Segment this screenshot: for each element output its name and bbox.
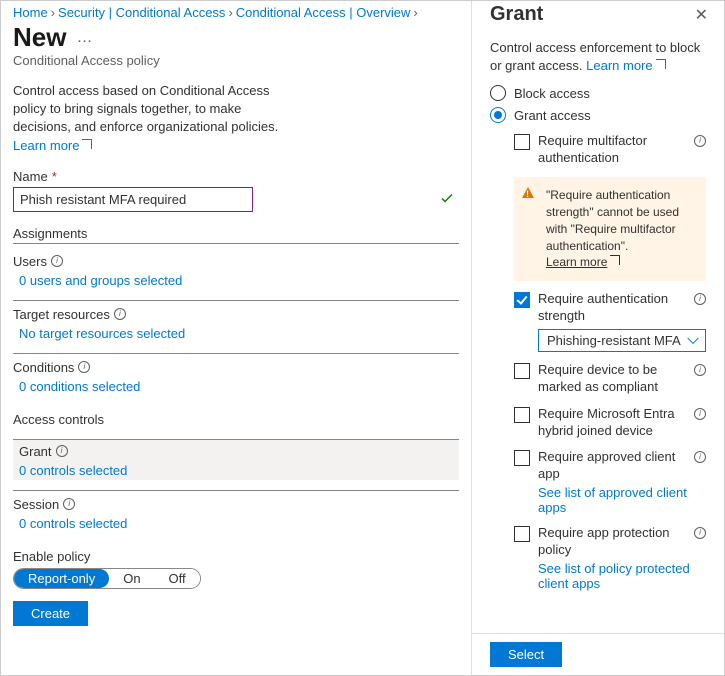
create-button[interactable]: Create [13,601,88,626]
page-title: New [13,22,66,53]
grant-section[interactable]: Grant 0 controls selected [13,439,459,480]
name-label: Name [13,169,48,184]
page-subtitle: Conditional Access policy [13,53,459,68]
checkbox-hybrid-joined[interactable]: Require Microsoft Entra hybrid joined de… [514,406,706,440]
conditions-selected-link[interactable]: 0 conditions selected [13,379,459,394]
checkbox-icon [514,134,530,150]
learn-more-link[interactable]: Learn more [586,58,665,73]
protection-apps-link[interactable]: See list of policy protected client apps [538,561,706,591]
approved-apps-link[interactable]: See list of approved client apps [538,485,706,515]
auth-strength-select[interactable]: Phishing-resistant MFA [538,329,706,352]
users-label: Users [13,254,47,269]
radio-icon [490,107,506,123]
pill-report-only[interactable]: Report-only [14,569,109,588]
grant-label: Grant [19,444,52,459]
checkbox-icon [514,450,530,466]
info-icon[interactable] [694,408,706,420]
breadcrumb: Home › Security | Conditional Access › C… [13,5,459,20]
pill-off[interactable]: Off [155,569,200,588]
checkbox-app-protection[interactable]: Require app protection policy [514,525,706,559]
info-icon[interactable] [51,255,63,267]
select-button[interactable]: Select [490,642,562,667]
pill-on[interactable]: On [109,569,154,588]
radio-block-access[interactable]: Block access [490,85,706,101]
warning-icon [522,187,534,198]
learn-more-link[interactable]: Learn more [13,138,92,153]
chevron-right-icon: › [413,5,417,20]
breadcrumb-security[interactable]: Security | Conditional Access [58,5,225,20]
more-actions-icon[interactable]: … [76,29,92,47]
target-selected-link[interactable]: No target resources selected [13,326,459,341]
page-description: Control access based on Conditional Acce… [13,82,293,155]
session-selected-link[interactable]: 0 controls selected [13,516,459,531]
checkbox-icon [514,292,530,308]
breadcrumb-overview[interactable]: Conditional Access | Overview [236,5,411,20]
close-icon[interactable]: ✕ [691,3,712,27]
info-icon[interactable] [694,364,706,376]
breadcrumb-home[interactable]: Home [13,5,48,20]
assignments-heading: Assignments [13,226,459,244]
policy-name-input[interactable] [13,187,253,212]
checkbox-icon [514,407,530,423]
session-label: Session [13,497,59,512]
access-controls-heading: Access controls [13,412,459,429]
radio-grant-access[interactable]: Grant access [490,107,706,123]
radio-icon [490,85,506,101]
users-selected-link[interactable]: 0 users and groups selected [13,273,459,288]
info-icon[interactable] [63,498,75,510]
enable-policy-label: Enable policy [13,549,459,564]
chevron-right-icon: › [228,5,232,20]
checkbox-icon [514,526,530,542]
check-icon [441,192,453,207]
info-icon[interactable] [78,361,90,373]
info-icon[interactable] [56,445,68,457]
main-column: Home › Security | Conditional Access › C… [1,1,471,675]
checkbox-auth-strength[interactable]: Require authentication strength [514,291,706,325]
target-resources-label: Target resources [13,307,110,322]
conditions-label: Conditions [13,360,74,375]
warning-message: "Require authentication strength" cannot… [514,177,706,281]
checkbox-icon [514,363,530,379]
warning-learn-more-link[interactable]: Learn more [546,255,620,269]
checkbox-require-mfa[interactable]: Require multifactor authentication [514,133,706,167]
checkbox-compliant-device[interactable]: Require device to be marked as compliant [514,362,706,396]
enable-policy-toggle[interactable]: Report-only On Off [13,568,201,589]
required-indicator: * [52,169,57,184]
grant-selected-link[interactable]: 0 controls selected [19,463,453,478]
checkbox-approved-client[interactable]: Require approved client app [514,449,706,483]
grant-panel-title: Grant [490,3,543,26]
grant-panel-description: Control access enforcement to block or g… [490,39,706,75]
grant-panel: Grant ✕ Control access enforcement to bl… [471,1,724,675]
chevron-right-icon: › [51,5,55,20]
info-icon[interactable] [114,308,126,320]
